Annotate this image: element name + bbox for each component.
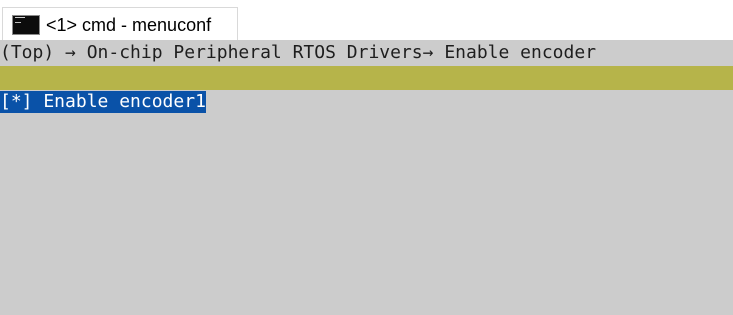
menu-item-enable-encoder1[interactable]: [*] Enable encoder1 — [0, 91, 206, 113]
menuconfig-breadcrumb: (Top) → On-chip Peripheral RTOS Drivers→… — [0, 42, 597, 63]
tab-bar: <1> cmd - menuconf — [0, 0, 733, 40]
console-window: <1> cmd - menuconf (Top) → On-chip Perip… — [0, 0, 733, 315]
menu-highlight-bar — [0, 66, 733, 90]
console-tab[interactable]: <1> cmd - menuconf — [2, 7, 238, 40]
terminal-icon — [12, 15, 40, 35]
terminal-area[interactable]: (Top) → On-chip Peripheral RTOS Drivers→… — [0, 40, 733, 315]
tab-title: <1> cmd - menuconf — [46, 15, 212, 35]
